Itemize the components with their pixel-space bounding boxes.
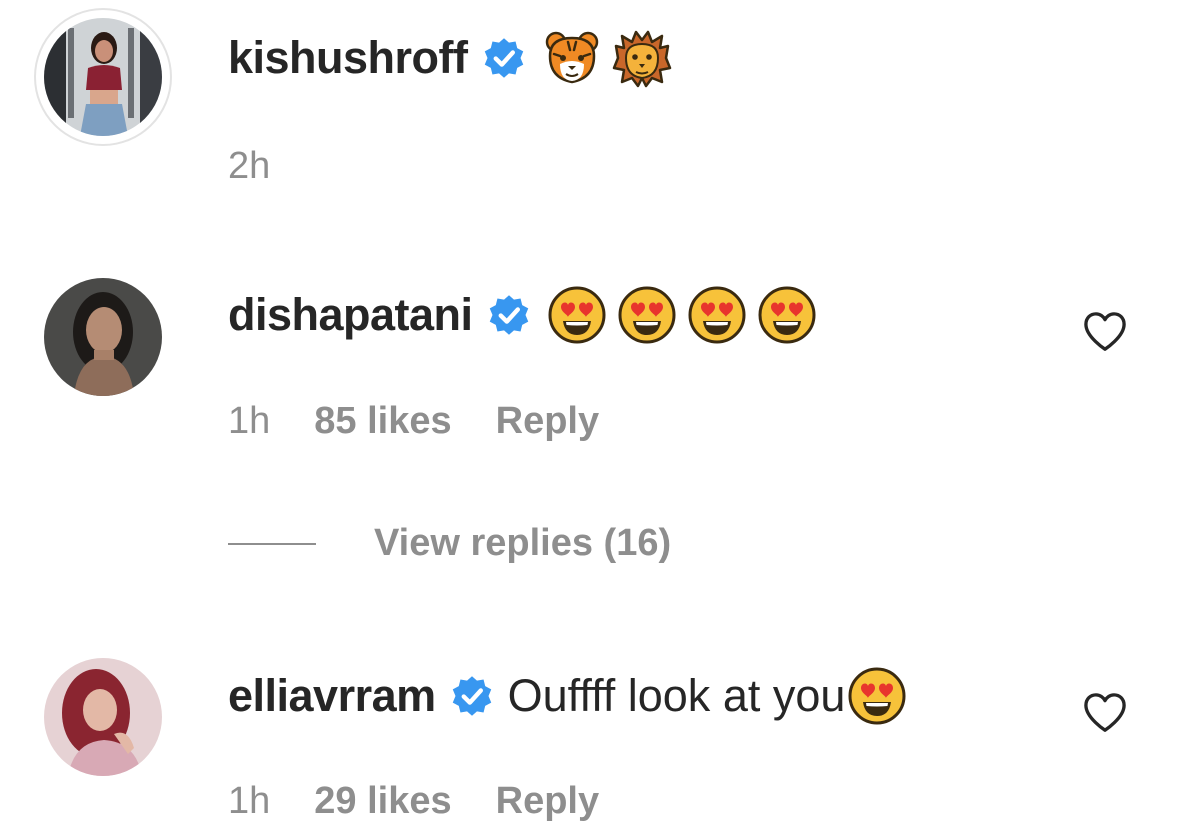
heart-eyes-emoji-icon bbox=[847, 666, 907, 726]
comment-text: Ouffff look at you bbox=[507, 670, 846, 721]
view-replies-button[interactable]: View replies (16) bbox=[228, 522, 671, 565]
likes-count[interactable]: 85 likes bbox=[314, 400, 451, 443]
reply-button[interactable]: Reply bbox=[496, 780, 599, 823]
likes-count[interactable]: 29 likes bbox=[314, 780, 451, 823]
avatar[interactable] bbox=[44, 658, 162, 776]
lion-face-emoji-icon bbox=[612, 28, 672, 88]
heart-eyes-emoji-icon bbox=[687, 285, 747, 345]
verified-badge-icon bbox=[482, 36, 526, 80]
heart-eyes-emoji-icon bbox=[547, 285, 607, 345]
avatar[interactable] bbox=[44, 278, 162, 396]
divider-line bbox=[228, 542, 316, 545]
username-link[interactable]: dishapatani bbox=[228, 289, 473, 341]
verified-badge-icon bbox=[450, 674, 494, 718]
reply-button[interactable]: Reply bbox=[496, 400, 599, 443]
view-replies-label: View replies (16) bbox=[374, 522, 672, 564]
verified-badge-icon bbox=[487, 293, 531, 337]
username-link[interactable]: kishushroff bbox=[228, 32, 468, 84]
comment-timestamp[interactable]: 1h bbox=[228, 400, 270, 443]
heart-eyes-emoji-icon bbox=[617, 285, 677, 345]
comment-header: elliavrram Ouffff look at you bbox=[228, 666, 907, 726]
comment-meta: 1h 29 likes Reply bbox=[228, 780, 599, 823]
comment-emojis bbox=[532, 28, 672, 88]
comment-header: kishushroff bbox=[228, 28, 672, 88]
tiger-face-emoji-icon bbox=[542, 28, 602, 88]
comment-timestamp[interactable]: 1h bbox=[228, 780, 270, 823]
avatar[interactable] bbox=[36, 10, 170, 144]
comment-meta: 1h 85 likes Reply bbox=[228, 400, 599, 443]
comment-emojis bbox=[537, 285, 817, 345]
comment-timestamp[interactable]: 2h bbox=[228, 145, 270, 188]
heart-eyes-emoji-icon bbox=[757, 285, 817, 345]
comment-header: dishapatani bbox=[228, 285, 817, 345]
like-heart-icon[interactable] bbox=[1082, 692, 1128, 734]
comment-meta: 2h bbox=[228, 145, 270, 188]
like-heart-icon[interactable] bbox=[1082, 311, 1128, 353]
username-link[interactable]: elliavrram bbox=[228, 670, 436, 722]
